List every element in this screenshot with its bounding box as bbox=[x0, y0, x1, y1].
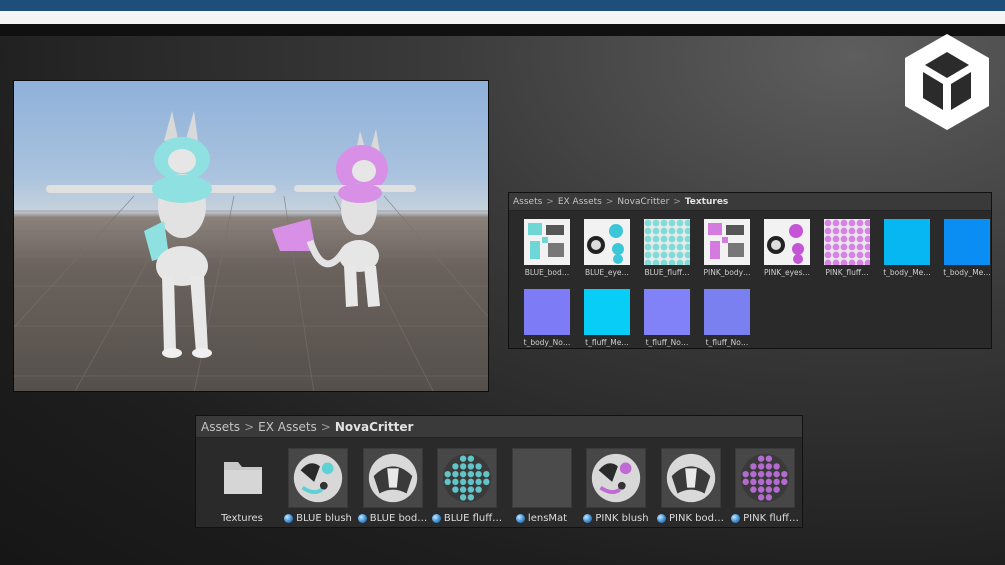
texture-asset[interactable]: PINK_eyes… bbox=[759, 219, 815, 277]
material-sphere-icon bbox=[515, 514, 525, 523]
breadcrumb-textures[interactable]: Textures bbox=[685, 197, 728, 207]
breadcrumb-separator: > bbox=[673, 196, 681, 207]
texture-label: BLUE_eye… bbox=[584, 268, 630, 277]
top-dark-bar bbox=[0, 24, 1005, 36]
breadcrumb-separator: > bbox=[320, 419, 331, 434]
material-asset[interactable]: PINK fluff… bbox=[727, 448, 803, 524]
texture-label: BLUE_bod… bbox=[524, 268, 570, 277]
material-name: lensMat bbox=[527, 513, 568, 524]
texture-label: t_fluff_No… bbox=[705, 338, 749, 347]
material-sphere-icon bbox=[731, 514, 741, 523]
breadcrumb: Assets > EX Assets > NovaCritter > Textu… bbox=[509, 193, 991, 211]
texture-label: BLUE_fluff… bbox=[644, 268, 690, 277]
texture-asset[interactable]: t_fluff_No… bbox=[699, 289, 755, 347]
texture-thumbnail bbox=[644, 289, 690, 335]
breadcrumb-novacritter[interactable]: NovaCritter bbox=[335, 420, 414, 434]
folder-icon bbox=[224, 462, 262, 494]
texture-thumbnail bbox=[584, 289, 630, 335]
breadcrumb-ex-assets[interactable]: EX Assets bbox=[258, 420, 317, 434]
breadcrumb-novacritter[interactable]: NovaCritter bbox=[617, 197, 669, 207]
material-thumbnail bbox=[586, 448, 646, 508]
texture-label: t_body_Me… bbox=[943, 268, 991, 277]
material-thumbnail bbox=[288, 448, 348, 508]
material-sphere-icon bbox=[284, 514, 294, 523]
material-name: PINK blush bbox=[595, 513, 649, 524]
top-accent-bar bbox=[0, 0, 1005, 11]
texture-thumbnail bbox=[824, 219, 870, 265]
material-name: PINK fluff… bbox=[743, 513, 799, 524]
textures-project-panel: Assets > EX Assets > NovaCritter > Textu… bbox=[508, 192, 992, 349]
material-thumbnail bbox=[511, 448, 572, 508]
texture-thumbnail bbox=[644, 219, 690, 265]
breadcrumb-separator: > bbox=[244, 419, 255, 434]
blue-character bbox=[46, 111, 276, 358]
textures-folder[interactable]: Textures bbox=[204, 448, 280, 524]
breadcrumb-separator: > bbox=[605, 196, 614, 207]
material-name: PINK bod… bbox=[668, 513, 724, 524]
texture-thumbnail bbox=[524, 219, 570, 265]
material-label: PINK bod… bbox=[653, 513, 729, 524]
breadcrumb: Assets > EX Assets > NovaCritter bbox=[196, 416, 802, 438]
material-sphere-icon bbox=[431, 514, 441, 523]
texture-label: t_fluff_No… bbox=[645, 338, 689, 347]
material-label: PINK blush bbox=[578, 513, 654, 524]
material-sphere-icon bbox=[357, 514, 367, 523]
unity-logo-icon bbox=[905, 34, 989, 130]
material-name: BLUE bod… bbox=[369, 513, 428, 524]
material-asset[interactable]: PINK bod… bbox=[653, 448, 729, 524]
material-sphere-icon bbox=[656, 514, 666, 523]
texture-asset[interactable]: PINK_body… bbox=[699, 219, 755, 277]
material-label: lensMat bbox=[504, 513, 580, 524]
breadcrumb-assets[interactable]: Assets bbox=[201, 420, 240, 434]
material-label: BLUE blush bbox=[280, 513, 356, 524]
texture-thumbnail bbox=[764, 219, 810, 265]
material-asset[interactable]: lensMat bbox=[504, 448, 580, 524]
material-thumbnail bbox=[735, 448, 795, 508]
texture-label: t_fluff_Me… bbox=[585, 338, 629, 347]
texture-asset[interactable]: t_fluff_No… bbox=[639, 289, 695, 347]
material-label: PINK fluff… bbox=[727, 513, 803, 524]
material-name: BLUE blush bbox=[296, 513, 352, 524]
material-thumbnail bbox=[362, 448, 423, 508]
texture-label: t_body_Me… bbox=[883, 268, 931, 277]
breadcrumb-assets[interactable]: Assets bbox=[513, 197, 542, 207]
texture-thumbnail bbox=[704, 219, 750, 265]
texture-asset[interactable]: PINK_fluff… bbox=[819, 219, 875, 277]
texture-label: PINK_body… bbox=[703, 268, 751, 277]
texture-label: PINK_fluff… bbox=[825, 268, 869, 277]
breadcrumb-separator: > bbox=[546, 196, 554, 207]
material-label: BLUE fluff… bbox=[429, 513, 505, 524]
top-white-bar bbox=[0, 11, 1005, 24]
breadcrumb-ex-assets[interactable]: EX Assets bbox=[558, 197, 602, 207]
texture-label: PINK_eyes… bbox=[763, 268, 811, 277]
materials-project-panel: Assets > EX Assets > NovaCritter Texture… bbox=[195, 415, 803, 528]
material-asset[interactable]: BLUE fluff… bbox=[429, 448, 505, 524]
material-name: BLUE fluff… bbox=[443, 513, 503, 524]
texture-asset[interactable]: t_body_Me… bbox=[879, 219, 935, 277]
material-thumbnail bbox=[660, 448, 721, 508]
texture-thumbnail bbox=[884, 219, 930, 265]
pink-character bbox=[272, 129, 416, 307]
texture-thumbnail bbox=[704, 289, 750, 335]
material-sphere-icon bbox=[583, 514, 593, 523]
texture-thumbnail bbox=[584, 219, 630, 265]
folder-label: Textures bbox=[221, 513, 263, 524]
material-label: BLUE bod… bbox=[355, 513, 431, 524]
texture-asset[interactable]: t_fluff_Me… bbox=[579, 289, 635, 347]
material-asset[interactable]: BLUE blush bbox=[280, 448, 356, 524]
texture-thumbnail bbox=[524, 289, 570, 335]
scene-viewport[interactable] bbox=[13, 80, 489, 392]
texture-asset[interactable]: BLUE_bod… bbox=[519, 219, 575, 277]
texture-asset[interactable]: t_body_No… bbox=[519, 289, 575, 347]
material-asset[interactable]: BLUE bod… bbox=[355, 448, 431, 524]
texture-asset[interactable]: BLUE_fluff… bbox=[639, 219, 695, 277]
material-asset[interactable]: PINK blush bbox=[578, 448, 654, 524]
scene-render bbox=[14, 111, 488, 391]
texture-asset[interactable]: BLUE_eye… bbox=[579, 219, 635, 277]
texture-thumbnail bbox=[944, 219, 990, 265]
texture-label: t_body_No… bbox=[523, 338, 571, 347]
material-thumbnail bbox=[437, 448, 497, 508]
texture-asset[interactable]: t_body_Me… bbox=[939, 219, 995, 277]
